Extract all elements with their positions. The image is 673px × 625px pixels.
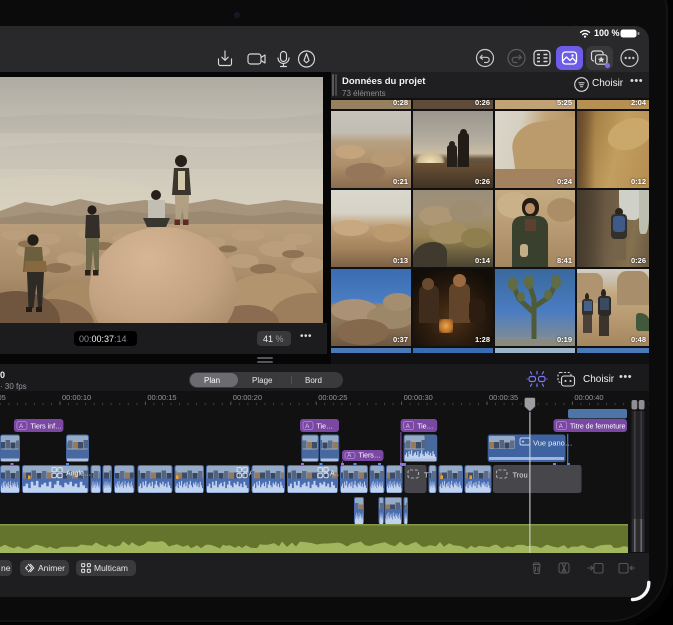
svg-text:A: A <box>19 424 23 430</box>
svg-text:Tiers…: Tiers… <box>359 452 381 459</box>
svg-text:00:00:05: 00:00:05 <box>0 393 6 402</box>
svg-text:00:00:40: 00:00:40 <box>574 393 603 402</box>
svg-text:Vue pano…: Vue pano… <box>533 439 572 448</box>
svg-text:00:00:15: 00:00:15 <box>147 393 176 402</box>
svg-text:Tie…: Tie… <box>417 423 433 430</box>
svg-text:Angle…: Angle… <box>66 471 91 478</box>
svg-text:Titre de fermeture: Titre de fermeture <box>570 423 625 430</box>
svg-text:A: A <box>559 424 563 430</box>
svg-text:00:00:30: 00:00:30 <box>404 393 433 402</box>
svg-text:T: T <box>424 471 429 480</box>
svg-text:00:00:20: 00:00:20 <box>233 393 262 402</box>
svg-text:A: A <box>347 453 351 459</box>
svg-text:Trou: Trou <box>513 471 528 480</box>
svg-text:Tiers inf…: Tiers inf… <box>30 423 62 430</box>
svg-text:00:00:10: 00:00:10 <box>62 393 91 402</box>
svg-text:Tie…: Tie… <box>317 423 333 430</box>
svg-text:00:00:35: 00:00:35 <box>489 393 518 402</box>
svg-text:A: A <box>305 424 309 430</box>
svg-text:A: A <box>406 424 410 430</box>
svg-text:00:00:25: 00:00:25 <box>318 393 347 402</box>
svg-text:A…: A… <box>330 471 342 478</box>
